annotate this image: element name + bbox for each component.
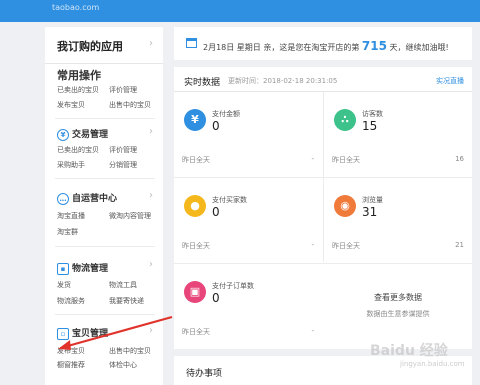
baidu-watermark-url: jingyan.baidu.com [400, 360, 465, 368]
baidu-watermark: Baidu 经验 [370, 343, 448, 359]
annotation-arrow-icon [58, 315, 173, 350]
